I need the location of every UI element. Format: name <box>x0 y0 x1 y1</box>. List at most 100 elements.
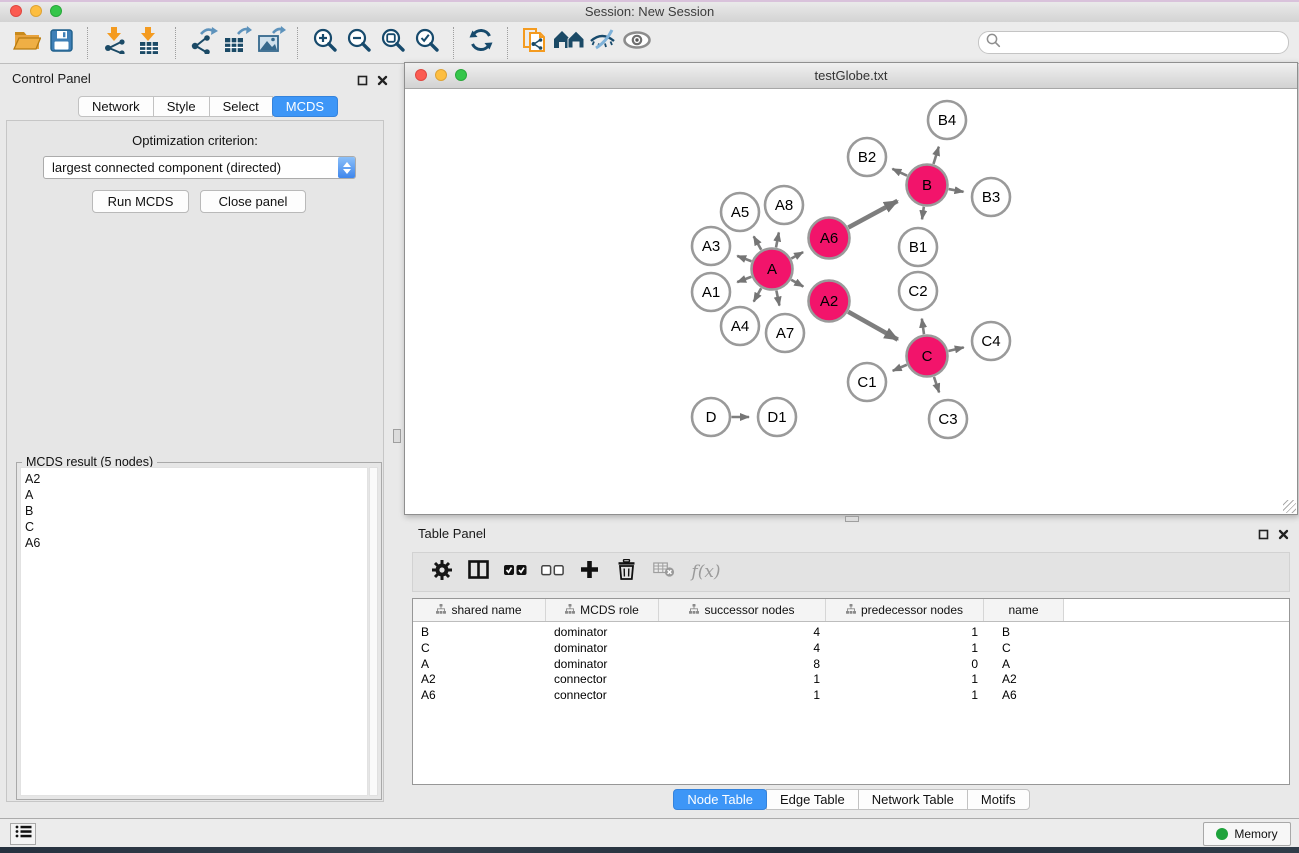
zoom-fit-button[interactable] <box>376 25 410 61</box>
column-header-mcds-role[interactable]: MCDS role <box>546 599 659 621</box>
tab-edge-table[interactable]: Edge Table <box>766 789 859 810</box>
zoom-out-button[interactable] <box>342 25 376 61</box>
close-panel-icon[interactable] <box>1278 527 1289 545</box>
mcds-result-item-A6[interactable]: A6 <box>21 535 367 551</box>
gear-icon <box>431 559 453 586</box>
edge-A-A4[interactable] <box>754 288 762 301</box>
tab-motifs[interactable]: Motifs <box>967 789 1030 810</box>
tab-select[interactable]: Select <box>209 96 273 117</box>
delete-columns-button[interactable] <box>608 554 645 590</box>
add-column-button[interactable] <box>571 554 608 590</box>
result-list-scrollbar[interactable] <box>369 467 378 796</box>
float-panel-icon[interactable] <box>357 73 368 91</box>
column-header-successor-nodes[interactable]: successor nodes <box>659 599 826 621</box>
save-session-button[interactable] <box>44 25 78 61</box>
import-table-button[interactable] <box>132 25 166 61</box>
tab-node-table[interactable]: Node Table <box>673 789 767 810</box>
network-window-titlebar: testGlobe.txt <box>405 63 1297 89</box>
mcds-result-list[interactable]: A2ABCA6 <box>20 467 368 796</box>
search-input[interactable] <box>1001 35 1281 51</box>
home-view-button[interactable] <box>552 25 586 61</box>
edge-B-B2[interactable] <box>892 169 907 176</box>
edge-C-C2[interactable] <box>922 319 924 334</box>
node-label-A6: A6 <box>820 230 838 247</box>
edge-A-A2[interactable] <box>791 280 803 287</box>
table-header: shared nameMCDS rolesuccessor nodesprede… <box>413 599 1064 621</box>
edge-A-A6[interactable] <box>791 252 803 258</box>
column-header-predecessor-nodes[interactable]: predecessor nodes <box>826 599 984 621</box>
refresh-button[interactable] <box>464 25 498 61</box>
desktop-wallpaper-strip <box>0 847 1299 853</box>
fx-icon: f(x) <box>691 562 720 582</box>
show-graphics-details-button[interactable] <box>620 25 654 61</box>
tab-network-table[interactable]: Network Table <box>858 789 968 810</box>
import-network-button[interactable] <box>98 25 132 61</box>
edge-A-A1[interactable] <box>737 277 751 282</box>
open-session-button[interactable] <box>10 25 44 61</box>
edge-A-A3[interactable] <box>737 256 751 261</box>
tab-network[interactable]: Network <box>78 96 154 117</box>
node-label-C: C <box>922 348 933 365</box>
edge-A-A8[interactable] <box>776 233 779 248</box>
hide-graphics-details-button[interactable] <box>586 25 620 61</box>
table-cell: B <box>421 624 543 640</box>
export-image-button[interactable] <box>254 25 288 61</box>
float-panel-icon[interactable] <box>1258 527 1269 545</box>
clone-network-button[interactable] <box>518 25 552 61</box>
close-panel-icon[interactable] <box>377 73 388 91</box>
edge-B-B3[interactable] <box>949 189 964 192</box>
mcds-result-item-A2[interactable]: A2 <box>21 471 367 487</box>
mcds-result-item-A[interactable]: A <box>21 487 367 503</box>
show-task-history-button[interactable] <box>10 823 36 845</box>
unselect-all-columns-button[interactable] <box>534 554 571 590</box>
table-row-A[interactable]: Adominator80A <box>413 656 1289 672</box>
vertical-splitter-grip[interactable] <box>393 429 401 443</box>
network-canvas[interactable]: B4B2BB3A8A5A6A3B1AA1C2A2A4A7C4CC1DD1C3 <box>405 88 1297 514</box>
zoom-selected-button[interactable] <box>410 25 444 61</box>
close-panel-button[interactable]: Close panel <box>200 190 306 213</box>
edge-C-C4[interactable] <box>948 347 963 351</box>
edge-A-A7[interactable] <box>776 291 779 306</box>
horizontal-splitter-grip[interactable] <box>845 516 859 522</box>
column-header-name[interactable]: name <box>984 599 1064 621</box>
edge-C-C1[interactable] <box>893 365 907 371</box>
window-resize-grip[interactable] <box>1283 500 1296 513</box>
edge-B-B4[interactable] <box>933 147 938 164</box>
mcds-result-item-C[interactable]: C <box>21 519 367 535</box>
table-settings-button[interactable] <box>423 554 460 590</box>
table-row-B[interactable]: Bdominator41B <box>413 624 1289 640</box>
memory-button[interactable]: Memory <box>1203 822 1291 846</box>
table-row-C[interactable]: Cdominator41C <box>413 640 1289 656</box>
control-panel-window-icons <box>357 73 388 91</box>
node-label-A8: A8 <box>775 197 793 214</box>
run-mcds-button[interactable]: Run MCDS <box>92 190 189 213</box>
select-all-columns-button[interactable] <box>497 554 534 590</box>
search-box[interactable] <box>978 31 1289 54</box>
optimization-criterion-select[interactable]: largest connected component (directed) <box>43 156 356 179</box>
edge-B-B1[interactable] <box>922 207 924 220</box>
delete-table-button[interactable] <box>645 554 682 590</box>
export-table-button[interactable] <box>220 25 254 61</box>
export-network-button[interactable] <box>186 25 220 61</box>
table-toolbar: f(x) <box>412 552 1290 592</box>
export-image-icon <box>256 26 286 59</box>
mcds-result-item-B[interactable]: B <box>21 503 367 519</box>
node-table[interactable]: shared nameMCDS rolesuccessor nodesprede… <box>412 598 1290 785</box>
zoom-in-button[interactable] <box>308 25 342 61</box>
show-columns-button[interactable] <box>460 554 497 590</box>
table-cell: dominator <box>554 624 654 640</box>
edge-A6-B[interactable] <box>848 201 897 228</box>
table-row-A6[interactable]: A6connector11A6 <box>413 687 1289 703</box>
eye-icon <box>622 29 652 56</box>
function-builder-button[interactable]: f(x) <box>682 554 730 590</box>
tab-style[interactable]: Style <box>153 96 210 117</box>
column-type-icon <box>565 603 575 617</box>
edge-A2-C[interactable] <box>848 312 898 340</box>
table-cell: A <box>421 656 543 672</box>
edge-A-A5[interactable] <box>754 236 762 249</box>
column-header-shared-name[interactable]: shared name <box>413 599 546 621</box>
table-cell: 4 <box>663 640 820 656</box>
edge-C-C3[interactable] <box>934 377 939 393</box>
tab-mcds[interactable]: MCDS <box>272 96 338 117</box>
table-row-A2[interactable]: A2connector11A2 <box>413 671 1289 687</box>
